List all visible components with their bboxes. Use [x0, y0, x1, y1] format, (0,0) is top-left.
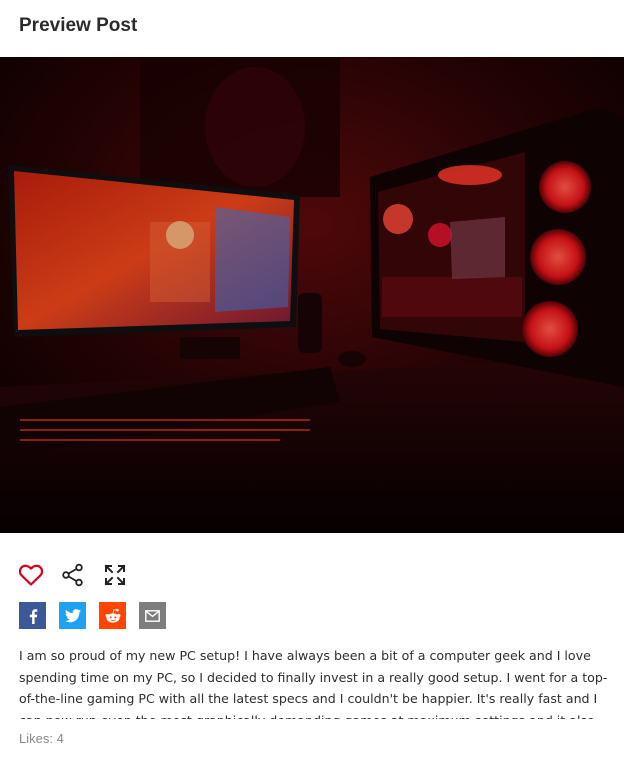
post-body: I am so proud of my new PC setup! I have… — [19, 648, 608, 719]
like-button[interactable] — [18, 562, 44, 588]
reddit-share-button[interactable] — [99, 602, 126, 629]
twitter-share-button[interactable] — [59, 602, 86, 629]
header: Preview Post — [0, 0, 624, 57]
post-actions — [18, 562, 144, 588]
post-image — [0, 57, 624, 533]
mail-icon — [145, 609, 160, 622]
share-icon — [62, 563, 83, 587]
facebook-share-button[interactable] — [19, 602, 46, 629]
fullscreen-icon — [104, 564, 126, 586]
page-title: Preview Post — [19, 15, 138, 36]
email-share-button[interactable] — [139, 602, 166, 629]
heart-outline-icon — [18, 564, 44, 586]
likes-count: Likes: 4 — [19, 731, 64, 746]
twitter-icon — [64, 608, 81, 622]
share-button[interactable] — [60, 562, 86, 588]
facebook-icon — [29, 608, 37, 624]
reddit-icon — [105, 608, 120, 623]
expand-button[interactable] — [102, 562, 128, 588]
share-buttons — [19, 602, 179, 629]
